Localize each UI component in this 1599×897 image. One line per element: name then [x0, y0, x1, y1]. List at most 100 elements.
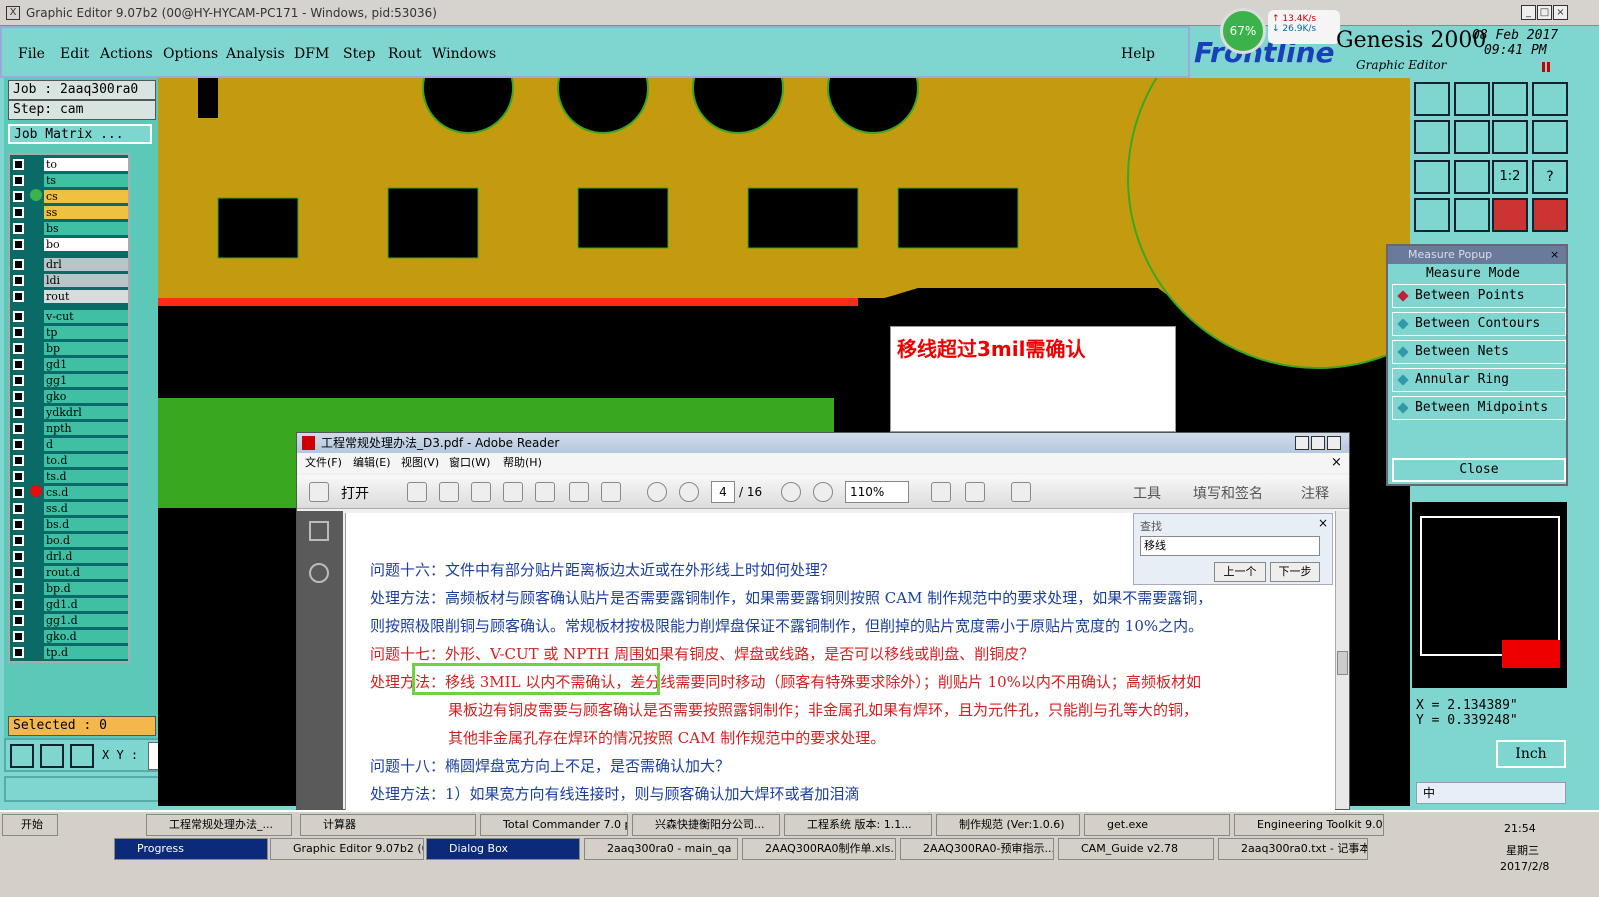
layer-label[interactable]: gg1 — [44, 373, 128, 387]
layer-checkbox[interactable] — [13, 470, 24, 482]
taskbar-item[interactable]: CAM_Guide v2.78 — [1058, 838, 1214, 860]
layer-checkbox[interactable] — [13, 598, 24, 610]
layer-label[interactable]: npth — [44, 421, 128, 435]
layer-row[interactable]: bs.d — [10, 517, 130, 531]
comment-button[interactable]: 注释 — [1301, 483, 1329, 503]
pages-icon[interactable] — [309, 521, 329, 541]
layer-row[interactable]: gd1 — [10, 357, 130, 371]
upload-icon[interactable] — [503, 482, 523, 502]
unit-button[interactable]: Inch — [1496, 740, 1566, 768]
menu-options[interactable]: Options — [163, 46, 218, 62]
layer-checkbox[interactable] — [13, 206, 24, 218]
menu-step[interactable]: Step — [343, 46, 375, 62]
job-matrix-button[interactable]: Job Matrix ... — [8, 124, 152, 144]
layer-row[interactable]: gd1.d — [10, 597, 130, 611]
reader-close-button[interactable] — [1327, 436, 1341, 450]
taskbar-item[interactable]: 2aaq300ra0 - main_qa — [584, 838, 738, 860]
open-folder-icon[interactable] — [309, 482, 329, 502]
scale-icon[interactable]: 1:2 — [1492, 160, 1528, 194]
menu-rout[interactable]: Rout — [388, 46, 422, 62]
zoom-out-icon[interactable] — [781, 482, 801, 502]
layer-label[interactable]: gd1.d — [44, 597, 128, 611]
layer-row[interactable]: tp.d — [10, 645, 130, 659]
zoom-select[interactable]: 110% — [845, 481, 909, 503]
layer-row[interactable]: bp.d — [10, 581, 130, 595]
taskbar-item[interactable]: get.exe — [1084, 814, 1230, 836]
layer-row[interactable]: drl — [10, 257, 130, 271]
help-icon[interactable]: ? — [1532, 160, 1568, 194]
layer-row[interactable]: ts — [10, 173, 130, 187]
layer-label[interactable]: rout.d — [44, 565, 128, 579]
layer-row[interactable]: bo.d — [10, 533, 130, 547]
layer-label[interactable]: drl — [44, 257, 128, 271]
layer-row[interactable]: npth — [10, 421, 130, 435]
layer-checkbox[interactable] — [13, 326, 24, 338]
taskbar-item[interactable]: Progress — [114, 838, 268, 860]
layer-checkbox[interactable] — [13, 614, 24, 626]
open-button[interactable]: 打开 — [341, 483, 369, 503]
taskbar-item[interactable]: Engineering Toolkit 9.0... — [1234, 814, 1384, 836]
email-icon[interactable] — [601, 482, 621, 502]
home-icon[interactable] — [1492, 82, 1528, 116]
edit-icon[interactable] — [471, 482, 491, 502]
layer-label[interactable]: ss — [44, 205, 128, 219]
taskbar-item[interactable]: 2AAQ300RA0制作单.xls... — [742, 838, 896, 860]
step-next-icon[interactable] — [1454, 120, 1490, 154]
zoom-in-icon[interactable] — [813, 482, 833, 502]
find-prev-button[interactable]: 上一个 — [1214, 562, 1266, 582]
taskbar-item[interactable]: Total Commander 7.0 p... — [480, 814, 628, 836]
layer-label[interactable]: bs — [44, 221, 128, 235]
layer-row[interactable]: d — [10, 437, 130, 451]
print-icon[interactable] — [569, 482, 589, 502]
layer-label[interactable]: drl.d — [44, 549, 128, 563]
overview-map[interactable] — [1410, 500, 1569, 690]
layer-row[interactable]: rout — [10, 289, 130, 303]
layer-label[interactable]: gko — [44, 389, 128, 403]
menu-windows[interactable]: Windows — [432, 46, 496, 62]
layer-row[interactable]: rout.d — [10, 565, 130, 579]
layer-checkbox[interactable] — [13, 222, 24, 234]
layer-checkbox[interactable] — [13, 454, 24, 466]
measure-tool-icon[interactable] — [40, 744, 64, 768]
layer-label[interactable]: ts — [44, 173, 128, 187]
reader-doc-close-icon[interactable]: × — [1331, 453, 1342, 473]
layer-checkbox[interactable] — [13, 290, 24, 302]
create-pdf-icon[interactable] — [407, 482, 427, 502]
taskbar-item[interactable]: 制作规范 (Ver:1.0.6) — [936, 814, 1080, 836]
reader-scrollbar[interactable] — [1335, 511, 1349, 809]
prev-page-icon[interactable] — [647, 482, 667, 502]
layer-label[interactable]: to.d — [44, 453, 128, 467]
layer-checkbox[interactable] — [13, 190, 24, 202]
reader-minimize-button[interactable] — [1295, 436, 1309, 450]
layer-checkbox[interactable] — [13, 274, 24, 286]
layer-checkbox[interactable] — [13, 174, 24, 186]
mode-between-nets[interactable]: Between Nets — [1392, 340, 1566, 364]
layer-label[interactable]: ss.d — [44, 501, 128, 515]
maximize-button[interactable]: □ — [1537, 5, 1552, 20]
layer-row[interactable]: bo — [10, 237, 130, 251]
tools-pane-button[interactable]: 工具 — [1133, 483, 1161, 503]
load-icon[interactable] — [1414, 82, 1450, 116]
start-button[interactable]: 开始 — [2, 814, 58, 836]
menu-actions[interactable]: Actions — [100, 46, 153, 62]
layer-checkbox[interactable] — [13, 534, 24, 546]
zoom-tool-icon[interactable] — [10, 744, 34, 768]
menu-edit[interactable]: Edit — [60, 46, 89, 62]
mode-between-midpoints[interactable]: Between Midpoints — [1392, 396, 1566, 420]
layer-checkbox[interactable] — [13, 238, 24, 250]
reader-maximize-button[interactable] — [1311, 436, 1325, 450]
layer-checkbox[interactable] — [13, 486, 24, 498]
reader-menu-view[interactable]: 视图(V) — [401, 453, 439, 473]
mode-annular-ring[interactable]: Annular Ring — [1392, 368, 1566, 392]
layer-checkbox[interactable] — [13, 582, 24, 594]
layer-row[interactable]: v-cut — [10, 309, 130, 323]
reader-menu-file[interactable]: 文件(F) — [305, 453, 342, 473]
mode-between-contours[interactable]: Between Contours — [1392, 312, 1566, 336]
swap-icon[interactable] — [1492, 120, 1528, 154]
layer-checkbox[interactable] — [13, 158, 24, 170]
layer-checkbox[interactable] — [13, 518, 24, 530]
next-page-icon[interactable] — [679, 482, 699, 502]
layer-row[interactable]: tp — [10, 325, 130, 339]
pan-icon[interactable] — [1454, 160, 1490, 194]
grid-icon[interactable] — [1454, 198, 1490, 232]
